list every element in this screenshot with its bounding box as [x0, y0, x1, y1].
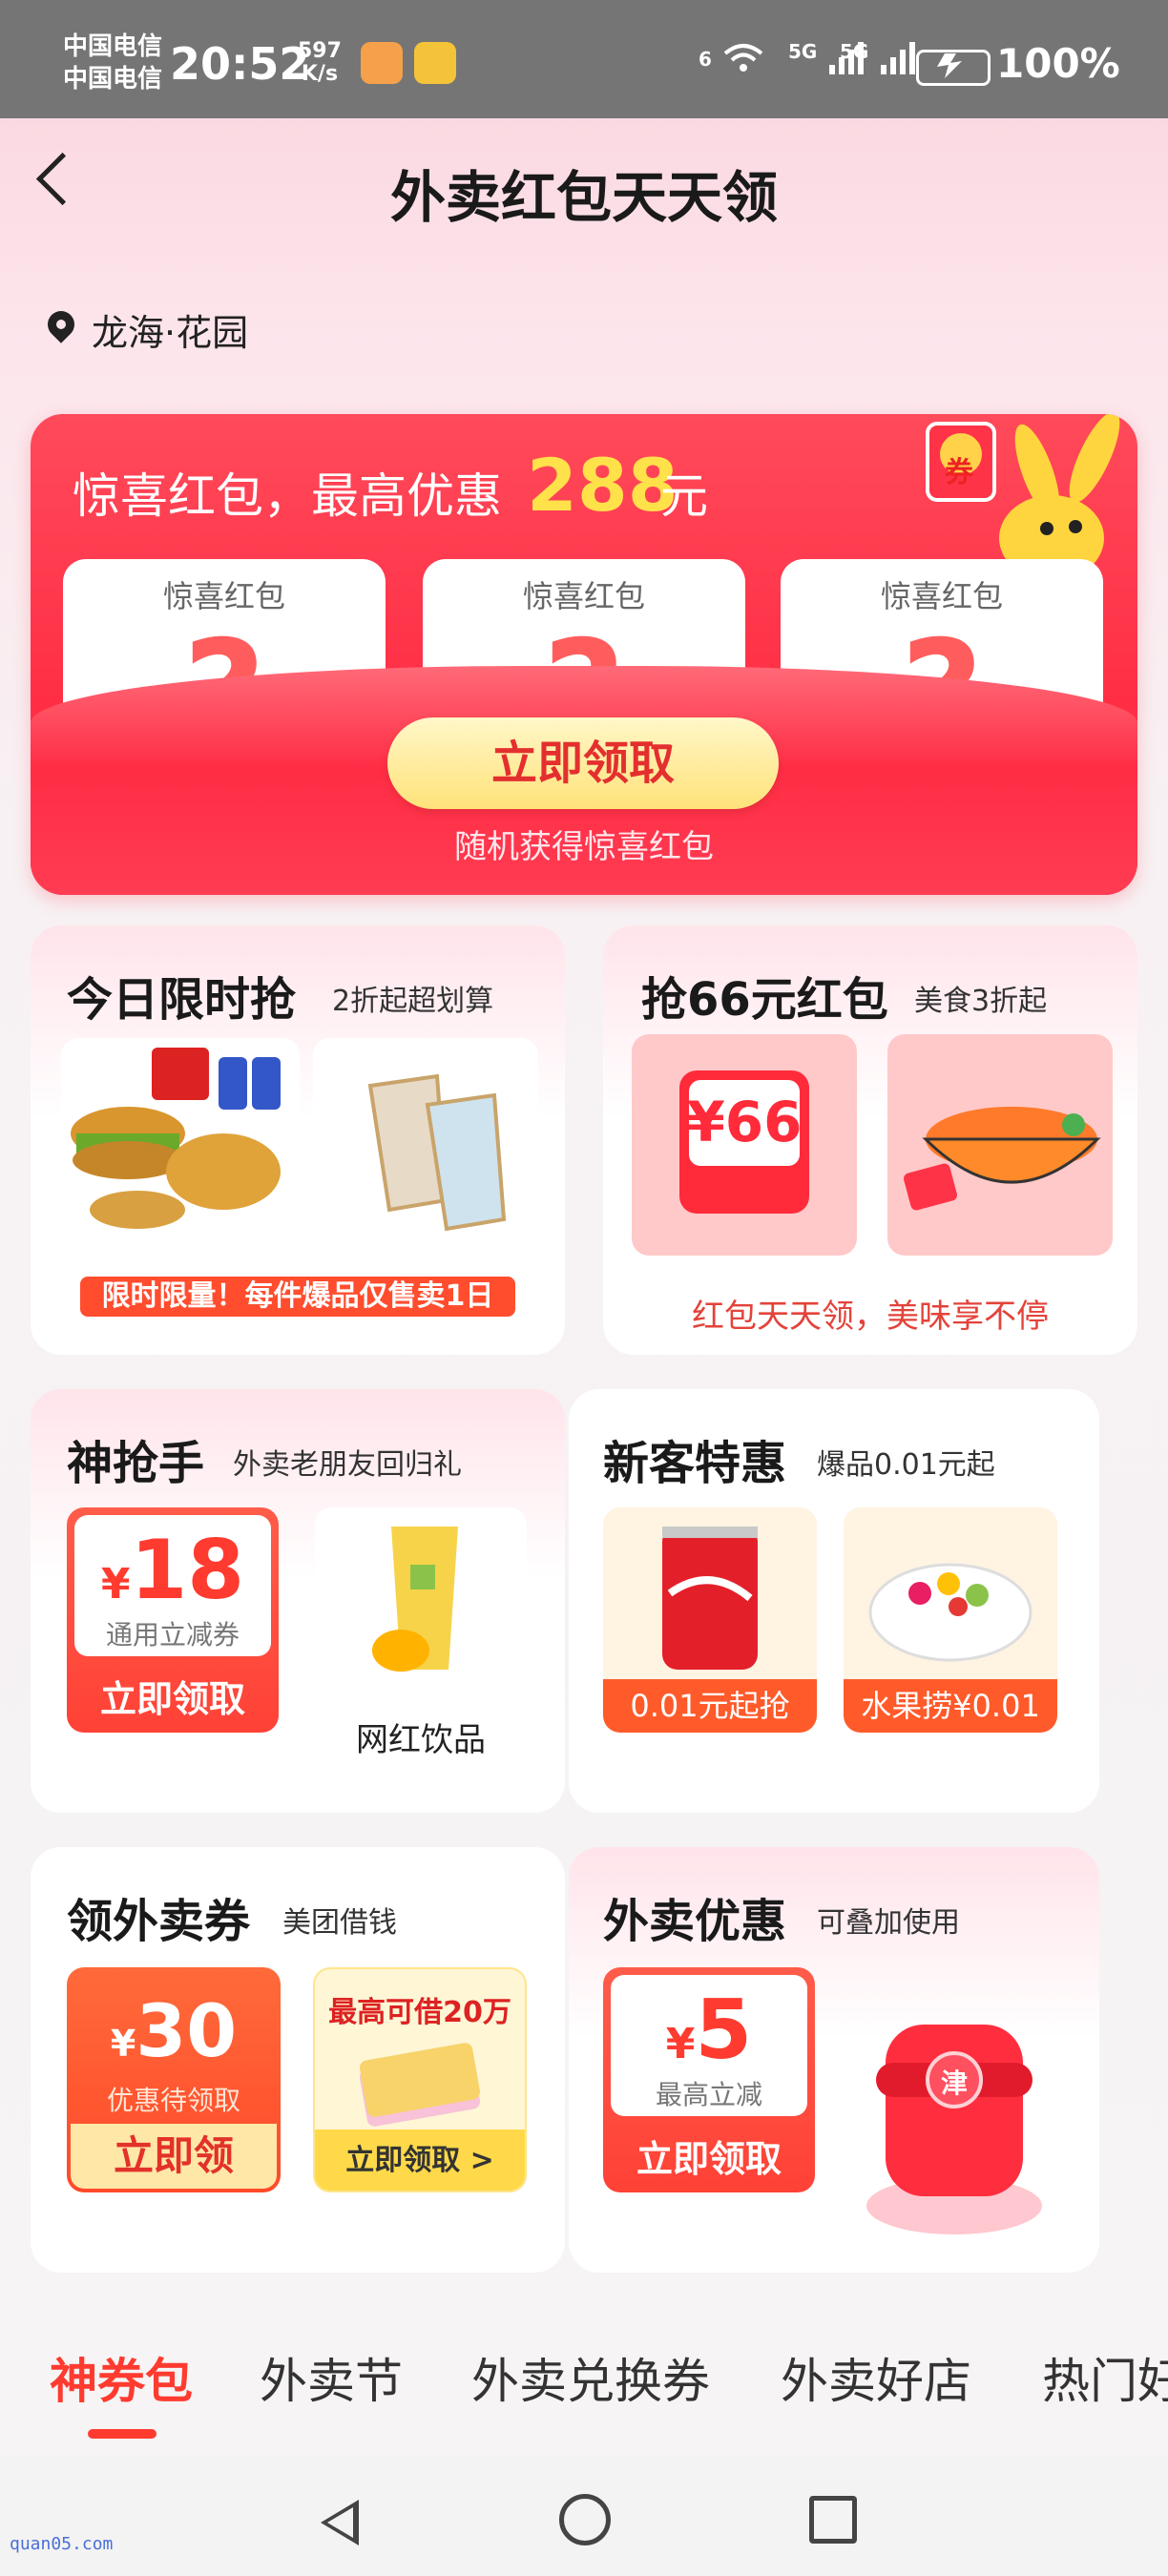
coupon-18-value: 18 [130, 1523, 245, 1618]
location-label[interactable]: 龙海·花园 [92, 303, 248, 356]
coupon-18-desc: 通用立减券 [105, 1619, 240, 1651]
gift-box-badge: 津 [940, 2067, 968, 2099]
cola-tile[interactable]: 0.01元起抢 [603, 1507, 817, 1733]
net-speed-value: 597 [298, 39, 342, 63]
surprise-amount-unit: 元 [660, 468, 708, 524]
voucher-30-value: 30 [136, 1988, 238, 2073]
coupon-18[interactable]: ¥18 通用立减券 立即领取 [67, 1507, 279, 1733]
red-packet-66-footer: 红包天天领，美味享不停 [692, 1298, 1049, 1336]
coupon-5-currency: ¥ [665, 2020, 696, 2068]
cola-can-image [662, 1527, 758, 1670]
coupon-5-desc: 最高立减 [655, 2079, 762, 2110]
money-stack-image [359, 2043, 481, 2127]
packet-66-amount: ¥66 [686, 1090, 803, 1154]
tab-exchange-coupons[interactable]: 外卖兑换券 [471, 2343, 710, 2412]
card-subtitle: 美团借钱 [282, 1906, 397, 1940]
surprise-red-packet-card: 惊喜红包，最高优惠 288 元 券 惊喜红包 ? 惊喜红包 ? 惊喜红包 ? 立… [31, 414, 1137, 895]
tab-coupon-pack[interactable]: 神券包 [50, 2343, 193, 2412]
signal-1-label: 5G [788, 40, 818, 63]
coupon-18-amount: ¥18 [74, 1523, 271, 1618]
card-subtitle: 美食3折起 [914, 985, 1048, 1018]
carrier-labels: 中国电信 中国电信 [63, 31, 162, 95]
card-subtitle: 可叠加使用 [817, 1906, 960, 1940]
signal-2-label: 5G [840, 40, 869, 63]
card-subtitle: 外卖老朋友回归礼 [233, 1448, 462, 1482]
card-title: 神抢手 [67, 1437, 205, 1490]
net-speed: 597 K/s [298, 40, 342, 86]
fruit-price-strip: 水果捞¥0.01 [844, 1679, 1057, 1733]
active-tab-indicator [88, 2429, 156, 2439]
tab-good-stores[interactable]: 外卖好店 [781, 2343, 971, 2412]
tab-hot[interactable]: 热门好 [1042, 2343, 1168, 2412]
battery-level: 100% [996, 40, 1120, 87]
card-title: 外卖优惠 [603, 1895, 787, 1948]
milk-tea-image [315, 1507, 527, 1698]
voucher-30-tile[interactable]: ¥30 优惠待领取 立即领 [67, 1967, 281, 2192]
card-subtitle: 爆品0.01元起 [817, 1448, 995, 1482]
card-title: 新客特惠 [603, 1437, 787, 1490]
sniper-card[interactable]: 神抢手 外卖老朋友回归礼 ¥18 通用立减券 立即领取 网红饮品 [31, 1389, 565, 1813]
drink-label: 网红饮品 [356, 1721, 486, 1759]
surprise-subtitle: 随机获得惊喜红包 [454, 828, 714, 866]
voucher-30-currency: ¥ [110, 2023, 136, 2065]
category-tabs: 神券包 外卖节 外卖兑换券 外卖好店 热门好 [0, 2328, 1168, 2433]
weibo-notification-icon [414, 42, 456, 84]
loan-title: 最高可借20万 [328, 1996, 511, 2029]
watermark: quan05.com [10, 2534, 114, 2554]
nav-recent-apps-icon[interactable] [809, 2496, 857, 2544]
card-subtitle: 2折起超划算 [332, 985, 494, 1018]
voucher-30-amount: ¥30 [67, 1988, 281, 2073]
coupon-5-amount: ¥5 [611, 1983, 807, 2078]
flash-sale-card[interactable]: 今日限时抢 2折起超划算 限时限量！每件爆品仅售卖1日 [31, 925, 565, 1355]
loan-tile[interactable]: 最高可借20万 立即领取 > [313, 1967, 527, 2192]
fruit-tile[interactable]: 水果捞¥0.01 [844, 1507, 1057, 1733]
kfc-meal-image [61, 1038, 300, 1238]
coupon-5[interactable]: ¥5 最高立减 立即领取 [603, 1967, 815, 2192]
card-title: 抢66元红包 [641, 973, 888, 1027]
mascot-badge: 券 [945, 456, 973, 489]
card-title: 领外卖券 [67, 1895, 251, 1948]
surprise-max-amount: 288 [527, 443, 678, 528]
page-title: 外卖红包天天领 [389, 165, 778, 230]
drinks-image [313, 1038, 538, 1238]
coupon-5-button[interactable]: 立即领取 [603, 2129, 815, 2182]
red-gift-box-image [866, 2025, 1042, 2234]
wifi-label: 6 [699, 48, 712, 71]
fruit-bowl-image [868, 1563, 1032, 1662]
app-notification-icon [361, 42, 403, 84]
voucher-30-desc: 优惠待领取 [106, 2085, 240, 2116]
card-title: 今日限时抢 [67, 973, 297, 1027]
coupon-5-face: ¥5 最高立减 [611, 1975, 807, 2116]
red-packet-66-card[interactable]: 抢66元红包 美食3折起 ¥66 红包天天领，美味享不停 [603, 925, 1137, 1355]
voucher-30-button[interactable]: 立即领 [71, 2124, 277, 2189]
packet-66-icon: ¥66 [679, 1070, 809, 1214]
system-nav-bar [0, 2456, 1168, 2576]
flash-sale-banner: 限时限量！每件爆品仅售卖1日 [80, 1277, 515, 1317]
carrier-2: 中国电信 [63, 65, 163, 93]
carrier-1: 中国电信 [63, 32, 163, 61]
wifi-icon: 6 [699, 40, 765, 74]
coupon-18-face: ¥18 通用立减券 [74, 1515, 271, 1656]
new-customer-card[interactable]: 新客特惠 爆品0.01元起 0.01元起抢 水果捞¥0.01 [569, 1389, 1099, 1813]
loan-button[interactable]: 立即领取 > [315, 2129, 525, 2191]
surprise-title: 惊喜红包，最高优惠 [73, 468, 502, 524]
hotpot-image [887, 1034, 1113, 1256]
packet-66-tile: ¥66 [632, 1034, 857, 1256]
cola-price-strip: 0.01元起抢 [603, 1679, 817, 1733]
net-speed-unit: K/s [301, 62, 339, 86]
battery-icon [916, 50, 991, 86]
delivery-discount-card[interactable]: 外卖优惠 可叠加使用 ¥5 最高立减 立即领取 津 [569, 1847, 1099, 2273]
signal-2-icon: 5G [840, 40, 917, 76]
coupon-18-button[interactable]: 立即领取 [67, 1670, 279, 1722]
claim-surprise-button[interactable]: 立即领取 [387, 717, 779, 809]
coupon-18-currency: ¥ [100, 1560, 131, 1609]
voucher-card[interactable]: 领外卖券 美团借钱 ¥30 优惠待领取 立即领 最高可借20万 立即领取 > [31, 1847, 565, 2273]
status-bar: 中国电信 中国电信 20:52 597 K/s 6 5G 5G 100% [0, 0, 1168, 118]
nav-back-icon[interactable] [321, 2500, 359, 2545]
clock: 20:52 [170, 38, 310, 90]
tab-delivery-festival[interactable]: 外卖节 [260, 2343, 403, 2412]
nav-home-icon[interactable] [559, 2494, 611, 2545]
coupon-5-value: 5 [695, 1983, 753, 2078]
